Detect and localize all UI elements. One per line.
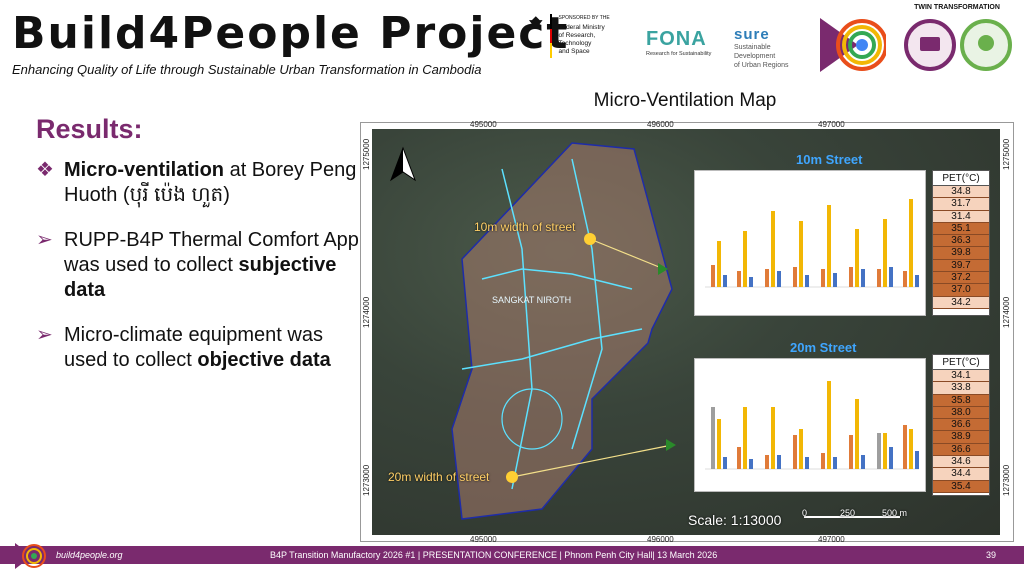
footer-bar: build4people.org B4P Transition Manufact… [0,546,1024,564]
eagle-icon [528,16,543,30]
coord-left-1: 1275000 [362,138,371,170]
sure-word: sure [734,26,770,43]
pet-cell: 38.9 [933,431,989,444]
pet-table-10m: PET(°C) 34.8 31.7 31.4 35.1 36.3 39.8 39… [932,170,990,316]
fona-logo: FONA Research for Sustainability [646,28,711,57]
coord-right-2: 1274000 [1002,296,1011,328]
pet-cell: 36.6 [933,443,989,457]
coord-left-3: 1273000 [362,464,371,496]
pet-cell: 31.7 [933,198,989,211]
bmbf-line3: and Space [558,48,590,55]
arrow-bullet-icon: ➢ [36,324,53,346]
pet-cell: 34.2 [933,296,989,309]
pet-table-20m: PET(°C) 34.1 33.8 35.8 38.0 36.6 38.9 36… [932,354,990,496]
pet-cell: 37.0 [933,284,989,297]
bmbf-logo: SPONSORED BY THE Federal Ministry of Res… [528,14,628,66]
pet-cell: 36.3 [933,235,989,248]
pet-cell: 35.8 [933,394,989,407]
diamond-bullet-icon: ❖ [36,159,54,181]
map-scale: Scale: 1:13000 [688,512,782,528]
twin-title: TWIN TRANSFORMATION [914,4,1000,11]
bullet1-bold: Micro-ventilation [64,159,225,181]
sure-line3: of Urban Regions [734,62,789,69]
footer-conference: B4P Transition Manufactory 2026 #1 | PRE… [270,550,718,560]
pet-cell: 39.7 [933,259,989,273]
b4p-logo-icon [820,18,886,72]
bullet3-bold: objective data [197,349,331,371]
street-name-label: SANGKAT NIROTH [492,295,571,305]
pet-cell: 35.4 [933,480,989,493]
slide-subtitle: Enhancing Quality of Life through Sustai… [12,62,482,77]
coord-right-1: 1275000 [1002,138,1011,170]
pet-header: PET(°C) [933,355,989,370]
sure-logo: sure Sustainable Development of Urban Re… [734,26,788,70]
pet-cell: 34.4 [933,468,989,481]
pet-cell: 31.4 [933,210,989,223]
page-number: 39 [985,550,996,560]
panel20-label: 20m Street [790,340,857,355]
results-bullets: ❖ Micro-ventilation at Borey Peng Huoth … [36,158,360,393]
map-title: Micro-Ventilation Map [593,90,777,111]
pet-cell: 38.0 [933,406,989,420]
fona-word: FONA [646,28,707,50]
bullet-thermal-app: ➢ RUPP-B4P Thermal Comfort App was used … [36,228,360,303]
chart-20m-panel [694,358,926,492]
arrow-bullet-icon: ➢ [36,229,53,251]
sure-line1: Sustainable [734,44,771,51]
pet-cell: 36.6 [933,419,989,432]
bmbf-line1: Federal Ministry [558,24,605,31]
scale-tick-250: 250 [840,508,856,518]
panel10-label: 10m Street [796,152,863,167]
chart-10m-panel [694,170,926,316]
results-heading: Results: [36,114,143,144]
street10-label: 10m width of street [474,220,576,234]
pet-cell: 37.2 [933,272,989,285]
pet-cell: 34.8 [933,186,989,199]
pet-cell: 35.1 [933,222,989,236]
coord-bottom-2: 496000 [647,535,674,544]
twin-transformation-logo: TWIN TRANSFORMATION [894,4,1020,80]
fona-sub: Research for Sustainability [646,51,712,57]
b4p-footer-logo-icon [15,543,46,569]
bullet-micro-ventilation: ❖ Micro-ventilation at Borey Peng Huoth … [36,158,360,208]
infinity-icon [904,19,1012,71]
north-arrow-icon [389,146,417,182]
coord-top-1: 495000 [470,120,497,129]
chart-10m-bars [705,199,919,288]
pet-cell: 39.8 [933,247,989,260]
pet-cell: 34.6 [933,456,989,469]
pet-cell: 33.8 [933,382,989,395]
scale-tick-500: 500 m [882,508,908,518]
slide-title: Build4People Project [12,8,570,59]
footer-site-link[interactable]: build4people.org [56,550,123,560]
scale-tick-0: 0 [802,508,808,518]
bmbf-line2: of Research, Technology [558,32,596,47]
coord-top-2: 496000 [647,120,674,129]
coord-right-3: 1273000 [1002,464,1011,496]
pet-header: PET(°C) [933,171,989,186]
german-flag-bar [549,14,553,59]
coord-bottom-3: 497000 [818,535,845,544]
bullet-micro-climate: ➢ Micro-climate equipment was used to co… [36,323,360,373]
coord-bottom-1: 495000 [470,535,497,544]
street20-label: 20m width of street [388,470,490,484]
sure-line2: Development [734,53,776,60]
coord-left-2: 1274000 [362,296,371,328]
sponsor-label: SPONSORED BY THE [558,15,610,21]
pet-cell: 34.1 [933,370,989,383]
chart-20m-bars [705,381,919,470]
coord-top-3: 497000 [818,120,845,129]
